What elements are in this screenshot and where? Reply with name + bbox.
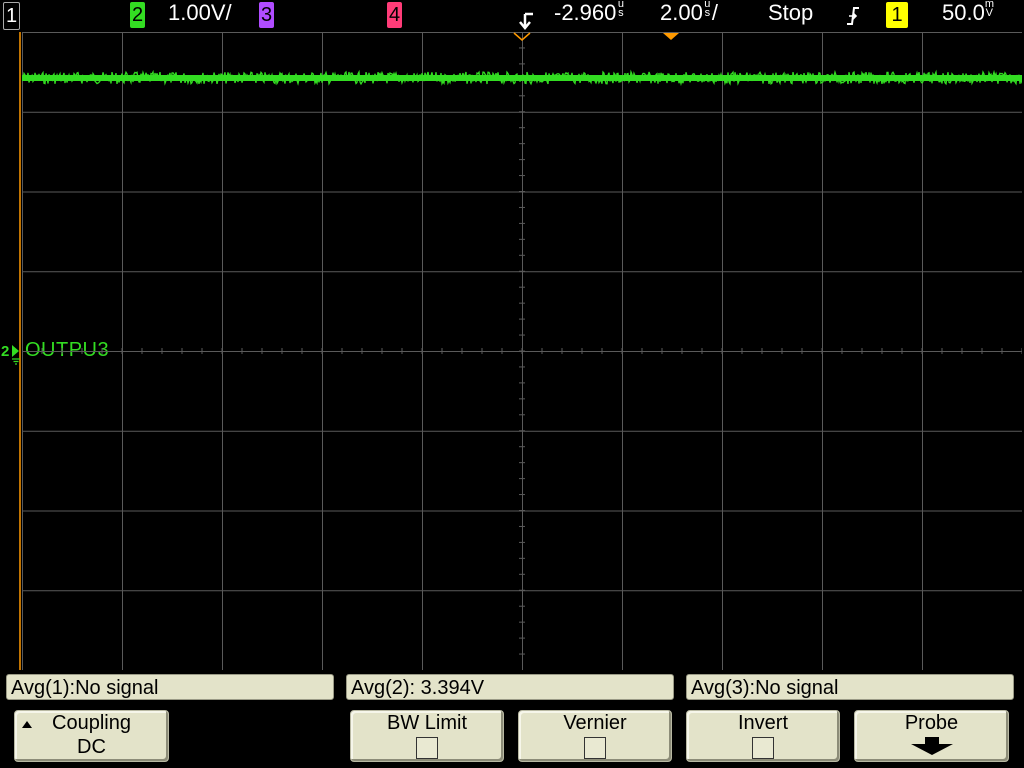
run-state: Stop [768, 0, 814, 25]
vernier-checkbox[interactable] [584, 737, 606, 759]
delay-value: -2.960 [554, 0, 617, 25]
probe-softkey[interactable]: Probe [854, 710, 1009, 762]
trigger-level-unit: V [985, 7, 993, 19]
waveform-display[interactable] [22, 32, 1022, 670]
coupling-value: DC [77, 736, 106, 758]
timebase-readout: 2.00u s/ [660, 0, 718, 32]
avg-channel-2-readout: Avg(2): 3.394V [346, 674, 674, 700]
avg-channel-1-readout: Avg(1):No signal [6, 674, 334, 700]
invert-checkbox[interactable] [752, 737, 774, 759]
probe-label: Probe [904, 712, 959, 734]
trigger-position-marker-icon[interactable] [513, 32, 531, 42]
channel-2-waveform-band [22, 75, 1022, 81]
vernier-softkey[interactable]: Vernier [518, 710, 672, 762]
softkey-panel: Avg(1):No signal Avg(2): 3.394V Avg(3):N… [0, 670, 1024, 768]
channel-2-ground-marker[interactable]: 2 [1, 341, 23, 365]
trigger-level-value: 50.0 [942, 0, 985, 25]
timebase-slash: / [711, 0, 718, 25]
timebase-value: 2.00 [660, 0, 703, 25]
delay-marker-icon [519, 12, 533, 30]
channel-2-indicator[interactable]: 2 [130, 2, 145, 28]
bw-limit-checkbox[interactable] [416, 737, 438, 759]
graticule [22, 32, 1022, 670]
trigger-level-readout: 50.0m V [942, 0, 994, 32]
submenu-down-arrow-icon [910, 737, 953, 755]
coupling-softkey[interactable]: Coupling DC [14, 710, 169, 762]
rising-edge-trigger-icon [847, 7, 859, 25]
timebase-unit: s [704, 7, 711, 19]
trigger-source-indicator[interactable]: 1 [886, 2, 908, 28]
trigger-level-marker-icon[interactable] [662, 32, 680, 42]
status-bar: 1 2 1.00V/ 3 4 -2.960u s 2.00u s/ Stop 1 5… [0, 0, 1024, 32]
invert-softkey[interactable]: Invert [686, 710, 840, 762]
channel-3-indicator[interactable]: 3 [259, 2, 274, 28]
bw-limit-label: BW Limit [387, 712, 467, 734]
channel-1-indicator[interactable]: 1 [3, 2, 20, 30]
channel-4-indicator[interactable]: 4 [387, 2, 402, 28]
delay-readout: -2.960u s [554, 0, 625, 32]
invert-label: Invert [737, 712, 789, 734]
avg-channel-3-readout: Avg(3):No signal [686, 674, 1014, 700]
menu-up-arrow-icon [22, 721, 32, 728]
channel-2-scale: 1.00V/ [168, 0, 232, 25]
bw-limit-softkey[interactable]: BW Limit [350, 710, 504, 762]
coupling-label: Coupling [52, 712, 131, 734]
vernier-label: Vernier [563, 712, 627, 734]
channel-2-marker-label: 2 [1, 343, 10, 360]
ground-arrow-icon [12, 345, 20, 365]
delay-unit: s [618, 7, 624, 19]
